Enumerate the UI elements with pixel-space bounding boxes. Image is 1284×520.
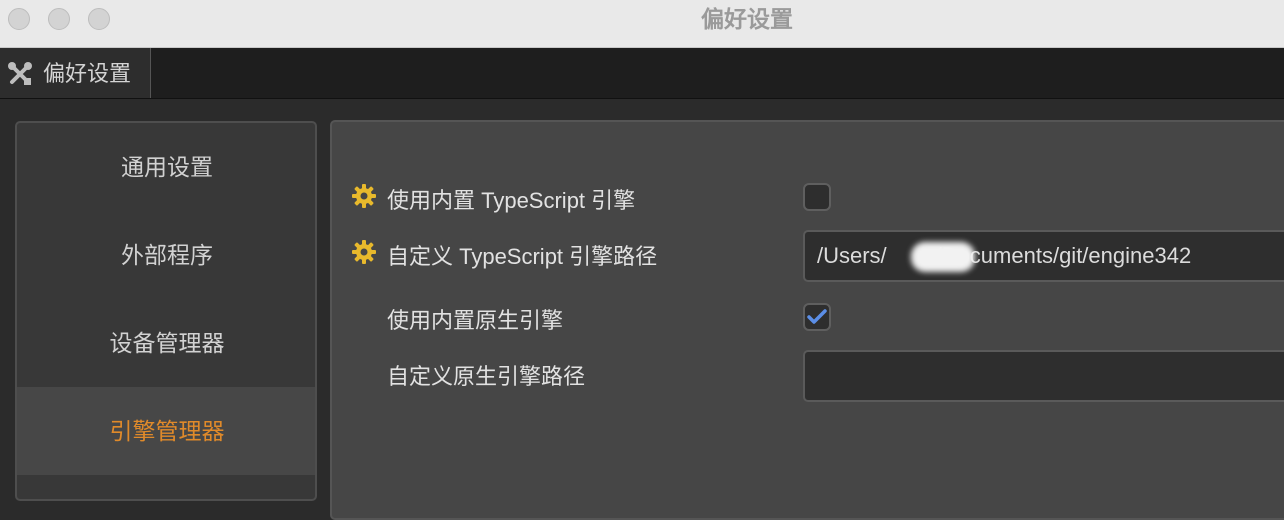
sidebar-item-external-programs[interactable]: 外部程序 bbox=[17, 211, 315, 299]
tab-strip: 偏好设置 bbox=[0, 48, 1284, 99]
tab-preferences-label: 偏好设置 bbox=[43, 61, 132, 86]
custom-native-path-label: 自定义原生引擎路径 bbox=[387, 364, 586, 389]
tab-preferences[interactable]: 偏好设置 bbox=[0, 48, 151, 98]
custom-ts-path-label: 自定义 TypeScript 引擎路径 bbox=[387, 244, 658, 269]
engine-manager-panel: 使用内置 TypeScript 引擎 自定义 TypeScript 引擎路径 /… bbox=[330, 120, 1284, 520]
redacted-username bbox=[911, 242, 975, 272]
use-builtin-ts-checkbox[interactable] bbox=[803, 183, 831, 211]
gear-icon bbox=[352, 184, 376, 208]
sidebar-item-device-manager[interactable]: 设备管理器 bbox=[17, 299, 315, 387]
title-bar: 偏好设置 bbox=[0, 0, 1284, 48]
preferences-sidebar: 通用设置 外部程序 设备管理器 引擎管理器 bbox=[15, 121, 317, 501]
checkmark-icon bbox=[807, 309, 827, 324]
use-builtin-native-checkbox[interactable] bbox=[803, 303, 831, 331]
use-builtin-ts-label: 使用内置 TypeScript 引擎 bbox=[387, 188, 636, 213]
custom-native-path-field[interactable] bbox=[803, 350, 1284, 402]
custom-ts-path-field[interactable]: /Users/ /Documents/git/engine342 bbox=[803, 230, 1284, 282]
window-title: 偏好设置 bbox=[701, 6, 793, 32]
use-builtin-native-label: 使用内置原生引擎 bbox=[387, 308, 564, 333]
gear-icon bbox=[352, 240, 376, 264]
sidebar-item-general[interactable]: 通用设置 bbox=[17, 123, 315, 211]
tools-icon bbox=[7, 61, 33, 87]
custom-ts-path-value: /Users/ /Documents/git/engine342 bbox=[817, 243, 1192, 268]
sidebar-item-engine-manager[interactable]: 引擎管理器 bbox=[17, 387, 315, 475]
